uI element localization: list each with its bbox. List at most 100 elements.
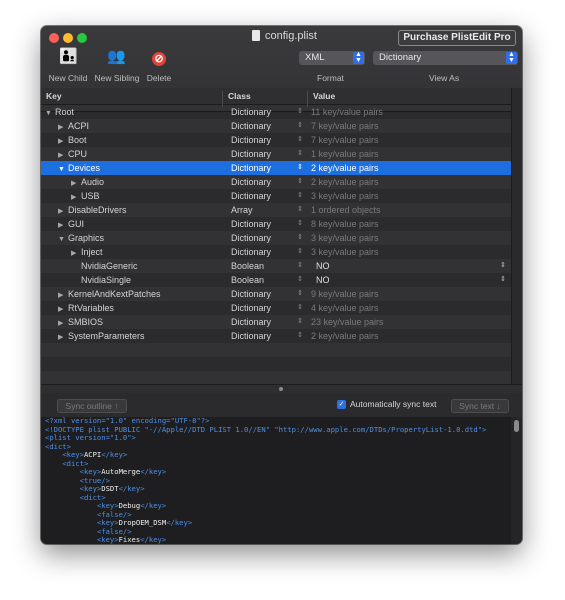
outline-scrollbar[interactable]: [511, 88, 522, 386]
format-stepper-icon: ▲ ▼: [353, 51, 364, 64]
outline-row[interactable]: ▼ Graphics Dictionary ⇕ 3 key/value pairs: [41, 231, 511, 245]
class-popup-icon[interactable]: ⇕: [297, 203, 303, 217]
purchase-button[interactable]: Purchase PlistEdit Pro: [398, 30, 516, 46]
outline-row[interactable]: ▶ Audio Dictionary ⇕ 2 key/value pairs: [41, 175, 511, 189]
row-key-label: SMBIOS: [68, 317, 104, 327]
divider-handle-icon: [279, 387, 283, 391]
new-child-icon: 👨‍👦: [59, 48, 78, 65]
outline-row[interactable]: ▶ DisableDrivers Array ⇕ 1 ordered objects: [41, 203, 511, 217]
view-as-value: Dictionary: [379, 52, 422, 63]
new-sibling-button[interactable]: New Sibling: [91, 73, 143, 83]
format-value: XML: [305, 52, 325, 63]
minimize-window-button[interactable]: [63, 33, 73, 43]
class-popup-icon[interactable]: ⇕: [297, 273, 303, 287]
zoom-window-button[interactable]: [77, 33, 87, 43]
outline-row[interactable]: ▶ SystemParameters Dictionary ⇕ 2 key/value …: [41, 329, 511, 343]
row-value[interactable]: NO: [316, 259, 330, 273]
class-popup-icon[interactable]: ⇕: [297, 133, 303, 147]
row-key-label: Inject: [81, 247, 103, 257]
row-value: 8 key/value pairs: [311, 219, 379, 229]
row-value: 9 key/value pairs: [311, 289, 379, 299]
row-key-label: Audio: [81, 177, 105, 187]
row-class[interactable]: Dictionary: [231, 161, 271, 175]
outline-row[interactable]: NvidiaSingle Boolean ⇕ NO ⇕: [41, 273, 511, 287]
row-class[interactable]: Dictionary: [231, 301, 271, 315]
row-key-label: NvidiaGeneric: [81, 261, 138, 271]
row-class[interactable]: Dictionary: [231, 287, 271, 301]
row-value[interactable]: NO: [316, 273, 330, 287]
new-child-button[interactable]: New Child: [45, 73, 91, 83]
row-class[interactable]: Boolean: [231, 259, 264, 273]
outline-row[interactable]: ▶ Boot Dictionary ⇕ 7 key/value pairs: [41, 133, 511, 147]
class-popup-icon[interactable]: ⇕: [297, 287, 303, 301]
row-class[interactable]: Dictionary: [231, 119, 271, 133]
row-key-label: GUI: [68, 219, 85, 229]
class-popup-icon[interactable]: ⇕: [297, 147, 303, 161]
value-column-header[interactable]: Value: [313, 91, 335, 101]
xml-text-view[interactable]: <?xml version="1.0" encoding="UTF-8"?> <!…: [41, 417, 511, 544]
row-key-label: KernelAndKextPatches: [68, 289, 161, 299]
row-class[interactable]: Dictionary: [231, 133, 271, 147]
format-popup[interactable]: XML ▲ ▼: [299, 51, 365, 65]
class-popup-icon[interactable]: ⇕: [297, 231, 303, 245]
class-popup-icon[interactable]: ⇕: [297, 245, 303, 259]
row-key-label: CPU: [68, 149, 88, 159]
class-popup-icon[interactable]: ⇕: [297, 175, 303, 189]
outline-row[interactable]: ▼ Root Dictionary ⇕ 11 key/value pairs: [41, 105, 511, 119]
row-class[interactable]: Dictionary: [231, 105, 271, 119]
value-popup-icon[interactable]: ⇕: [500, 273, 506, 287]
class-popup-icon[interactable]: ⇕: [297, 119, 303, 133]
value-popup-icon[interactable]: ⇕: [500, 259, 506, 273]
plistedit-window: config.plist Purchase PlistEdit Pro 👨‍👦 …: [41, 26, 522, 544]
code-line: <plist version="1.0">: [45, 433, 136, 442]
outline-row[interactable]: ▶ KernelAndKextPatches Dictionary ⇕ 9 key/va…: [41, 287, 511, 301]
close-window-button[interactable]: [49, 33, 59, 43]
window-title: config.plist: [265, 30, 317, 42]
outline-row[interactable]: NvidiaGeneric Boolean ⇕ NO ⇕: [41, 259, 511, 273]
outline-row[interactable]: ▶ CPU Dictionary ⇕ 1 key/value pairs: [41, 147, 511, 161]
row-class[interactable]: Dictionary: [231, 329, 271, 343]
view-as-stepper-icon: ▲ ▼: [506, 51, 517, 64]
delete-icon: ⊘: [152, 52, 166, 66]
row-class[interactable]: Boolean: [231, 273, 264, 287]
view-as-popup[interactable]: Dictionary ▲ ▼: [373, 51, 518, 65]
class-popup-icon[interactable]: ⇕: [297, 189, 303, 203]
row-class[interactable]: Array: [231, 203, 253, 217]
auto-sync-checkbox[interactable]: ✓: [337, 400, 346, 409]
view-as-label: View As: [429, 73, 460, 83]
row-class[interactable]: Dictionary: [231, 315, 271, 329]
class-popup-icon[interactable]: ⇕: [297, 329, 303, 343]
outline-row[interactable]: ▶ USB Dictionary ⇕ 3 key/value pairs: [41, 189, 511, 203]
delete-button[interactable]: Delete: [143, 73, 175, 83]
class-popup-icon[interactable]: ⇕: [297, 301, 303, 315]
outline-row[interactable]: ▶ Inject Dictionary ⇕ 3 key/value pairs: [41, 245, 511, 259]
outline-row[interactable]: ▶ RtVariables Dictionary ⇕ 4 key/value pairs: [41, 301, 511, 315]
class-popup-icon[interactable]: ⇕: [297, 259, 303, 273]
outline-row[interactable]: ▶ SMBIOS Dictionary ⇕ 23 key/value pairs: [41, 315, 511, 329]
class-popup-icon[interactable]: ⇕: [297, 315, 303, 329]
sync-text-button[interactable]: Sync text ↓: [451, 399, 509, 413]
row-key-label: Root: [55, 107, 75, 117]
document-icon: [252, 30, 260, 41]
row-value: 7 key/value pairs: [311, 135, 379, 145]
row-class[interactable]: Dictionary: [231, 175, 271, 189]
row-class[interactable]: Dictionary: [231, 147, 271, 161]
row-key-label: RtVariables: [68, 303, 114, 313]
sync-outline-button[interactable]: Sync outline ↑: [57, 399, 127, 413]
class-popup-icon[interactable]: ⇕: [297, 217, 303, 231]
row-class[interactable]: Dictionary: [231, 245, 271, 259]
text-scroll-thumb[interactable]: [514, 420, 519, 432]
text-scrollbar[interactable]: [511, 417, 522, 544]
row-key-label: SystemParameters: [68, 331, 145, 341]
row-class[interactable]: Dictionary: [231, 189, 271, 203]
class-popup-icon[interactable]: ⇕: [297, 105, 303, 119]
outline-row[interactable]: ▶ ACPI Dictionary ⇕ 7 key/value pairs: [41, 119, 511, 133]
key-column-header[interactable]: Key: [46, 91, 62, 101]
outline-row[interactable]: ▼ Devices Dictionary ⇕ 2 key/value pairs: [41, 161, 511, 175]
row-class[interactable]: Dictionary: [231, 231, 271, 245]
row-class[interactable]: Dictionary: [231, 217, 271, 231]
class-column-header[interactable]: Class: [228, 91, 251, 101]
row-value: 1 ordered objects: [311, 205, 381, 215]
class-popup-icon[interactable]: ⇕: [297, 161, 303, 175]
outline-row[interactable]: ▶ GUI Dictionary ⇕ 8 key/value pairs: [41, 217, 511, 231]
